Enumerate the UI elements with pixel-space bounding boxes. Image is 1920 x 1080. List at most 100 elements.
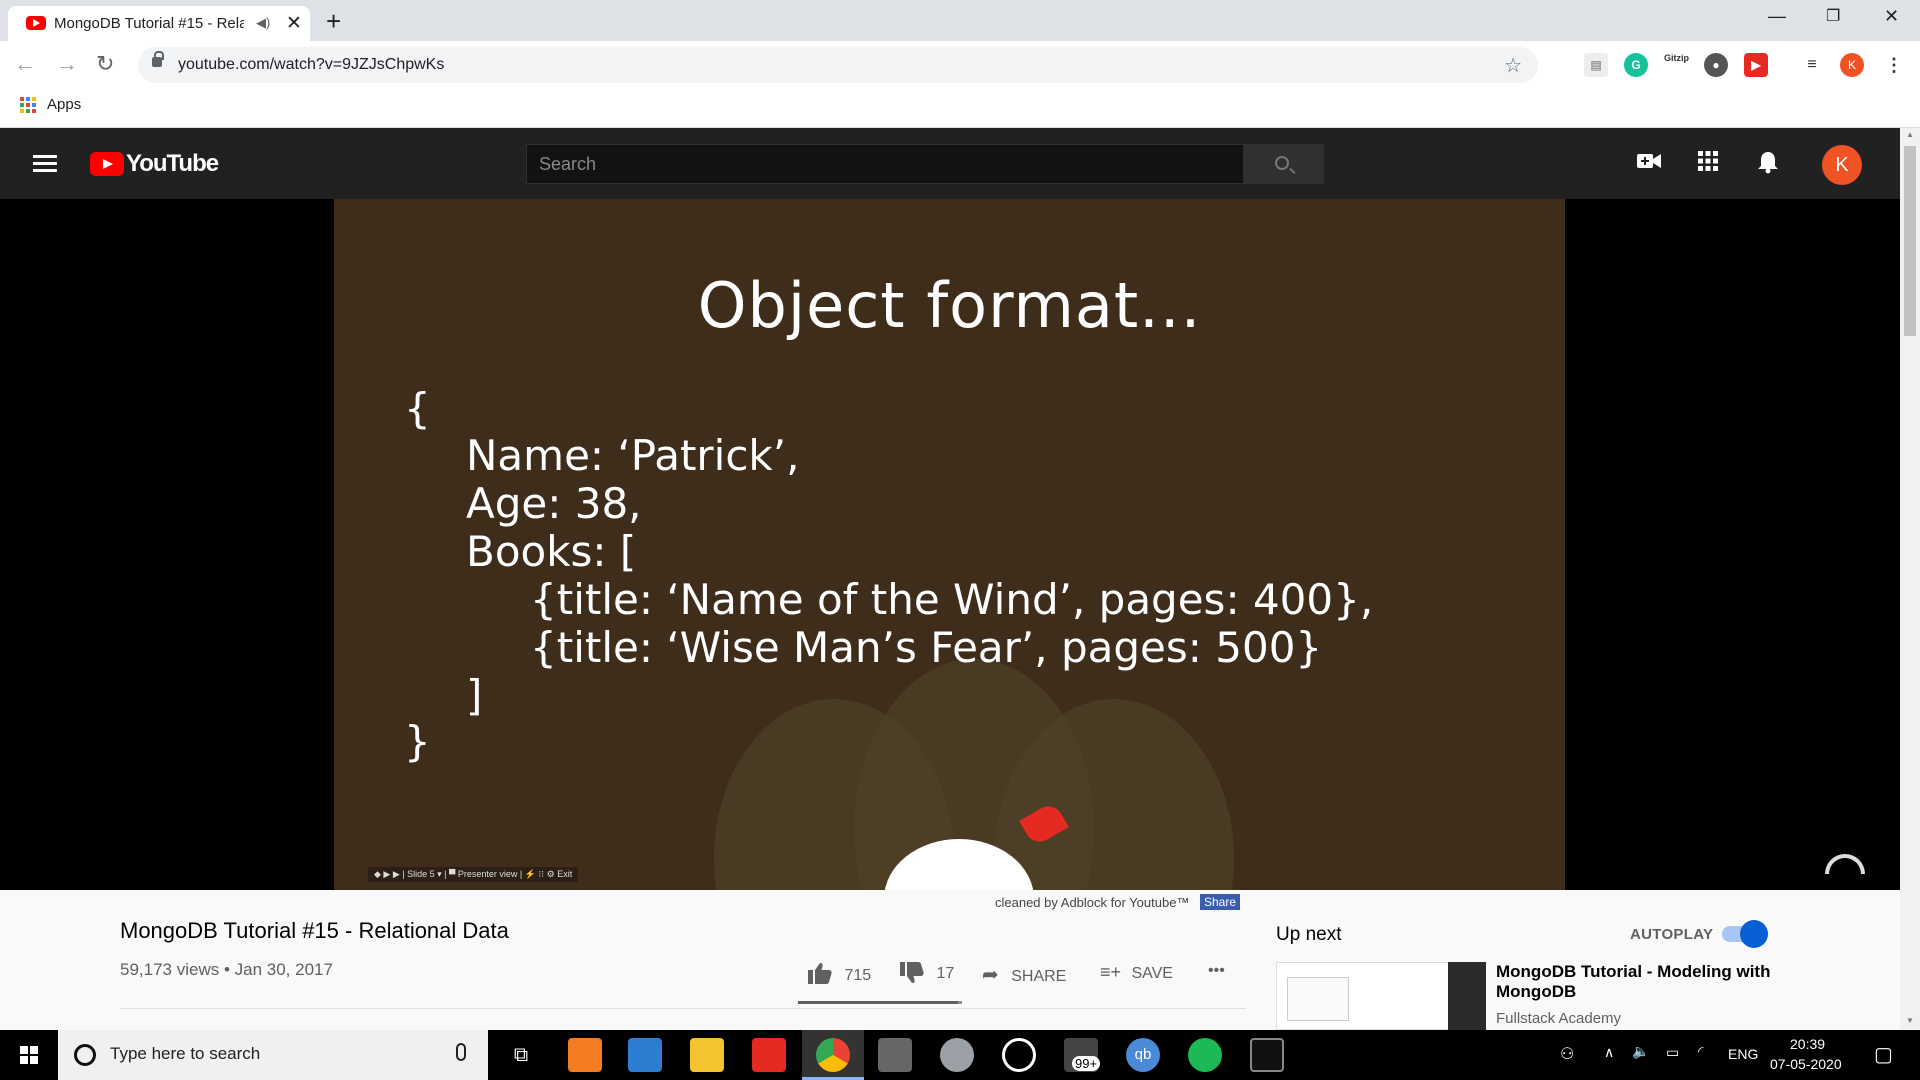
bookmark-star-icon[interactable]: ☆ xyxy=(1504,53,1522,78)
apps-grid-icon[interactable] xyxy=(20,97,36,113)
filezilla-icon[interactable] xyxy=(752,1038,786,1072)
windows-start-icon[interactable] xyxy=(0,1030,58,1080)
create-video-icon[interactable] xyxy=(1636,150,1662,172)
playlist-add-icon: ≡+ xyxy=(1100,962,1122,982)
gitzip-icon[interactable]: Gitzip xyxy=(1664,53,1689,77)
restore-icon[interactable]: ❐ xyxy=(1826,6,1840,26)
xampp-icon[interactable] xyxy=(568,1038,602,1072)
calculator-icon[interactable] xyxy=(878,1038,912,1072)
address-bar[interactable]: youtube.com/watch?v=9JZJsChpwKs ☆ xyxy=(138,47,1538,83)
people-icon[interactable]: ⚇ xyxy=(1560,1044,1574,1064)
browser-toolbar: ← → ↻ youtube.com/watch?v=9JZJsChpwKs ☆ … xyxy=(0,41,1920,88)
video-meta: 59,173 views • Jan 30, 2017 xyxy=(120,960,333,979)
media-control-icon[interactable]: ≡ xyxy=(1800,53,1824,77)
minimize-icon[interactable]: — xyxy=(1768,6,1786,27)
thumbs-down-icon xyxy=(900,962,924,983)
page-scrollbar[interactable]: ▲ ▼ xyxy=(1900,128,1920,1030)
paint-icon[interactable] xyxy=(940,1038,974,1072)
language-indicator[interactable]: ENG xyxy=(1728,1046,1758,1062)
like-count: 715 xyxy=(844,967,872,984)
close-tab-icon[interactable]: ✕ xyxy=(286,12,302,35)
chrome-icon[interactable] xyxy=(816,1038,850,1072)
youtube-logo-icon[interactable] xyxy=(90,152,124,176)
save-label: SAVE xyxy=(1131,965,1173,982)
presenter-toolbar: ◆ ▶ ▶ | Slide 5 ▾ | ▀ Presenter view | ⚡… xyxy=(368,867,579,882)
youtube-wordmark[interactable]: YouTube xyxy=(126,150,219,178)
code-line: Books: [ xyxy=(466,527,637,576)
task-view-icon[interactable]: ⧉ xyxy=(504,1038,538,1072)
apps-icon[interactable] xyxy=(1697,150,1719,172)
menu-icon[interactable] xyxy=(33,155,57,173)
channel-watermark-icon[interactable] xyxy=(1825,854,1865,874)
like-button[interactable]: 715 xyxy=(808,962,871,985)
wifi-icon[interactable]: ◜ xyxy=(1698,1043,1703,1060)
extension-forward-icon[interactable]: ▶ xyxy=(1744,53,1768,77)
extension-circle-icon[interactable]: ● xyxy=(1704,53,1728,77)
scroll-thumb[interactable] xyxy=(1904,146,1916,336)
forward-icon[interactable]: → xyxy=(56,51,78,77)
search-input[interactable]: Search xyxy=(526,144,1244,184)
volume-icon[interactable]: 🔈 xyxy=(1632,1043,1649,1060)
adblock-share-button[interactable]: Share xyxy=(1200,894,1241,910)
groove-music-icon[interactable] xyxy=(1002,1038,1036,1072)
notifications-bell-icon[interactable] xyxy=(1757,150,1779,174)
browser-tab-active[interactable]: MongoDB Tutorial #15 - Rela ◀) ✕ xyxy=(8,6,310,41)
taskbar-search-box[interactable]: Type here to search xyxy=(58,1030,488,1080)
url-text[interactable]: youtube.com/watch?v=9JZJsChpwKs xyxy=(178,56,444,74)
youtube-favicon-icon xyxy=(26,16,46,30)
bookmarks-bar: Apps xyxy=(0,88,1920,128)
thumbs-up-icon xyxy=(808,963,832,984)
grammarly-icon[interactable]: G xyxy=(1624,53,1648,77)
search-placeholder: Search xyxy=(539,154,597,174)
adblock-note: cleaned by Adblock for Youtube™ xyxy=(995,895,1190,910)
dislike-button[interactable]: 17 xyxy=(900,962,954,984)
profile-avatar[interactable]: K xyxy=(1840,53,1864,77)
windows-taskbar: Type here to search ⧉ 99+ qb ⚇ ∧ 🔈 ▭ ◜ E… xyxy=(0,1030,1920,1080)
search-button[interactable] xyxy=(1244,144,1324,184)
share-label: SHARE xyxy=(1011,968,1067,985)
spotify-icon[interactable] xyxy=(1188,1038,1222,1072)
microphone-icon[interactable] xyxy=(456,1043,466,1061)
video-title: MongoDB Tutorial #15 - Relational Data xyxy=(120,918,509,943)
thumbnail-code-panel xyxy=(1287,977,1349,1021)
save-button[interactable]: ≡+ SAVE xyxy=(1100,962,1173,983)
reload-icon[interactable]: ↻ xyxy=(96,51,114,77)
code-line: {title: ‘Wise Man’s Fear’, pages: 500} xyxy=(530,623,1323,672)
clock-time[interactable]: 20:39 xyxy=(1790,1036,1825,1052)
like-ratio-bar xyxy=(798,1001,962,1004)
next-video-thumbnail[interactable] xyxy=(1276,962,1450,1030)
lock-icon xyxy=(152,51,164,67)
next-video-channel[interactable]: Fullstack Academy xyxy=(1496,1010,1621,1027)
code-line: {title: ‘Name of the Wind’, pages: 400}, xyxy=(530,575,1374,624)
chrome-menu-icon[interactable]: ⋮ xyxy=(1882,53,1906,77)
divider xyxy=(120,1008,1246,1009)
code-line: Name: ‘Patrick’, xyxy=(466,431,800,480)
new-tab-button[interactable]: + xyxy=(326,6,341,37)
terminal-icon[interactable] xyxy=(1250,1038,1284,1072)
autoplay-toggle-knob[interactable] xyxy=(1740,920,1768,948)
microsoft-store-icon[interactable] xyxy=(628,1038,662,1072)
next-video-title[interactable]: MongoDB Tutorial - Modeling with MongoDB xyxy=(1496,962,1776,1002)
apps-bookmark[interactable]: Apps xyxy=(47,96,81,113)
file-explorer-icon[interactable] xyxy=(690,1038,724,1072)
clock-date[interactable]: 07-05-2020 xyxy=(1770,1056,1842,1072)
tray-overflow-icon[interactable]: ∧ xyxy=(1604,1044,1614,1061)
user-avatar[interactable]: K xyxy=(1822,145,1862,185)
battery-icon[interactable]: ▭ xyxy=(1666,1044,1679,1061)
more-actions-icon[interactable]: ••• xyxy=(1208,962,1225,980)
next-video-thumbnail-edge[interactable] xyxy=(1448,962,1486,1030)
extension-page-icon[interactable]: ▤ xyxy=(1584,53,1608,77)
scroll-up-icon[interactable]: ▲ xyxy=(1906,130,1914,139)
close-window-icon[interactable]: ✕ xyxy=(1884,6,1899,27)
code-line: { xyxy=(404,384,431,433)
video-frame-slide: Object format... { Name: ‘Patrick’, Age:… xyxy=(334,199,1565,890)
up-next-label: Up next xyxy=(1276,924,1342,945)
action-center-icon[interactable]: ▢ xyxy=(1874,1042,1893,1067)
qbittorrent-icon[interactable]: qb xyxy=(1126,1038,1160,1072)
dislike-count: 17 xyxy=(936,965,955,982)
back-icon[interactable]: ← xyxy=(14,51,36,77)
speaker-icon[interactable]: ◀) xyxy=(256,15,270,31)
share-button[interactable]: ➦ SHARE xyxy=(982,962,1066,987)
video-player[interactable]: Object format... { Name: ‘Patrick’, Age:… xyxy=(0,199,1900,890)
scroll-down-icon[interactable]: ▼ xyxy=(1906,1016,1914,1025)
